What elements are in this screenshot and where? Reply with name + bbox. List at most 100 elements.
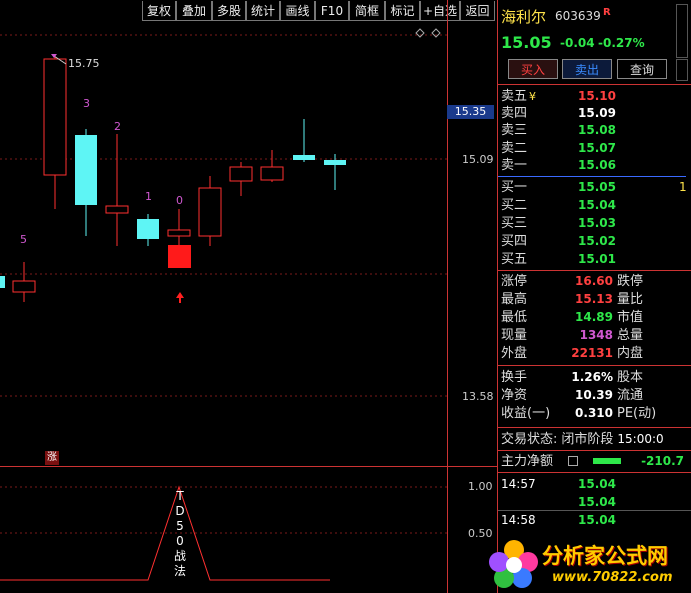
toolbar-f10-button[interactable]: F10 [315, 1, 349, 21]
trade-status-time: 15:00:0 [617, 432, 664, 446]
count-label: 3 [83, 97, 90, 110]
price-change: -0.04 [560, 36, 595, 50]
ask-price: 15.08 [578, 123, 616, 137]
count-label: 1 [145, 190, 152, 203]
divider [498, 365, 691, 366]
fund-label: 换手 [501, 370, 528, 385]
zhang-badge: 涨 [45, 451, 59, 465]
bid-row: 买二 [501, 197, 527, 214]
tick-price: 15.04 [578, 477, 616, 491]
stat-value: 22131 [571, 346, 613, 360]
ask-price: 15.10 [578, 89, 616, 103]
bid-volume-partial: 1 [679, 180, 687, 194]
bid-price: 15.05 [578, 180, 616, 194]
ask-price: 15.09 [578, 106, 616, 120]
stat-label: 最低 [501, 310, 528, 325]
bid-ask-divider [498, 176, 686, 177]
stat-value: 14.89 [575, 310, 613, 324]
stat-label-2: 内盘 [617, 346, 644, 361]
bid-price: 15.03 [578, 216, 616, 230]
stat-row: 外盘 [501, 345, 527, 362]
bid-row: 买五 [501, 251, 527, 268]
menu-icon[interactable] [568, 456, 578, 466]
candle-body [324, 160, 346, 165]
candle-body [167, 229, 191, 237]
ask-label: 卖三 [501, 123, 528, 138]
candle-highlight [168, 245, 191, 268]
flower-logo-icon [489, 540, 538, 588]
toolbar-tongji-button[interactable]: 统计 [246, 1, 280, 21]
stat-row: 最低 [501, 309, 527, 326]
scale-divider [448, 466, 498, 467]
toolbar-diejia-button[interactable]: 叠加 [176, 1, 212, 21]
bid-label: 买二 [501, 198, 528, 213]
ask-row: 卖二 [501, 140, 527, 157]
stat-value: 1348 [579, 328, 613, 342]
fund-row: 净资 [501, 387, 527, 404]
trade-status-row: 交易状态: 闭市阶段 15:00:0 [501, 431, 664, 448]
td50-text: T D 5 0 战 法 [172, 489, 188, 579]
stock-name: 海利尔 [501, 8, 547, 26]
count-label: 0 [176, 194, 183, 207]
scale-label: 15.09 [462, 153, 494, 166]
toolbar-huaxian-button[interactable]: 画线 [280, 1, 315, 21]
watermark: 分析家公式网 www.70822.com [484, 534, 691, 593]
divider [498, 270, 691, 271]
tick-price: 15.04 [578, 513, 616, 527]
ask-row: 卖一 [501, 157, 527, 174]
divider [498, 84, 691, 85]
price-scale: 15.09 13.58 1.00 0.50 [447, 0, 498, 593]
ask-price: 15.07 [578, 141, 616, 155]
candle-body [293, 155, 315, 160]
fund-value: 10.39 [575, 388, 613, 402]
candle-body [198, 187, 222, 237]
stock-flag: R [603, 7, 611, 18]
diamond-icon[interactable] [415, 28, 425, 38]
fund-label-2: 流通 [617, 388, 644, 403]
sell-button[interactable]: 卖出 [562, 59, 612, 79]
toolbar-jiankuang-button[interactable]: 简框 [349, 1, 385, 21]
stat-label: 最高 [501, 292, 528, 307]
stat-value: 15.13 [575, 292, 613, 306]
stat-label-2: 量比 [617, 292, 644, 307]
count-label: 5 [20, 233, 27, 246]
bid-row: 买一 [501, 179, 527, 196]
td50-char: 法 [173, 564, 186, 578]
candle-body [229, 166, 253, 182]
candle-body [137, 219, 159, 239]
last-price: 15.05 [501, 33, 552, 52]
toolbar-fuquan-button[interactable]: 复权 [142, 1, 176, 21]
candle-body [105, 205, 129, 214]
stat-label-2: 跌停 [617, 274, 644, 289]
ask-label: 卖二 [501, 141, 528, 156]
mainforce-value: -210.7 [641, 454, 684, 468]
candle-body [260, 166, 284, 181]
query-button[interactable]: 查询 [617, 59, 667, 79]
bid-price: 15.01 [578, 252, 616, 266]
toolbar-biaoji-button[interactable]: 标记 [385, 1, 420, 21]
watermark-url: www.70822.com [552, 570, 673, 585]
stat-row: 最高 [501, 291, 527, 308]
buy-button[interactable]: 买入 [508, 59, 558, 79]
indicator-svg [0, 485, 447, 581]
tick-divider [498, 510, 691, 511]
toolbar-duogu-button[interactable]: 多股 [212, 1, 246, 21]
tick-time: 14:58 [501, 513, 536, 527]
td50-char: T [176, 489, 184, 503]
ask-price: 15.06 [578, 158, 616, 172]
divider [498, 427, 691, 428]
candle-body [0, 276, 5, 288]
panel-scroll-button[interactable] [676, 59, 688, 81]
stat-label-2: 总量 [617, 328, 644, 343]
price-change-pct: -0.27% [598, 36, 645, 50]
candlestick-chart[interactable]: 15.75 5 3 2 1 0 涨 [0, 24, 447, 466]
bid-row: 买四 [501, 233, 527, 250]
ask-label: 卖一 [501, 158, 528, 173]
bid-label: 买三 [501, 216, 528, 231]
fund-label: 净资 [501, 388, 528, 403]
diamond-icon[interactable] [431, 28, 441, 38]
td50-char: 5 [176, 519, 184, 533]
scrollbar[interactable] [676, 4, 688, 58]
divider [498, 472, 691, 473]
indicator-pane[interactable]: T D 5 0 战 法 [0, 467, 447, 591]
